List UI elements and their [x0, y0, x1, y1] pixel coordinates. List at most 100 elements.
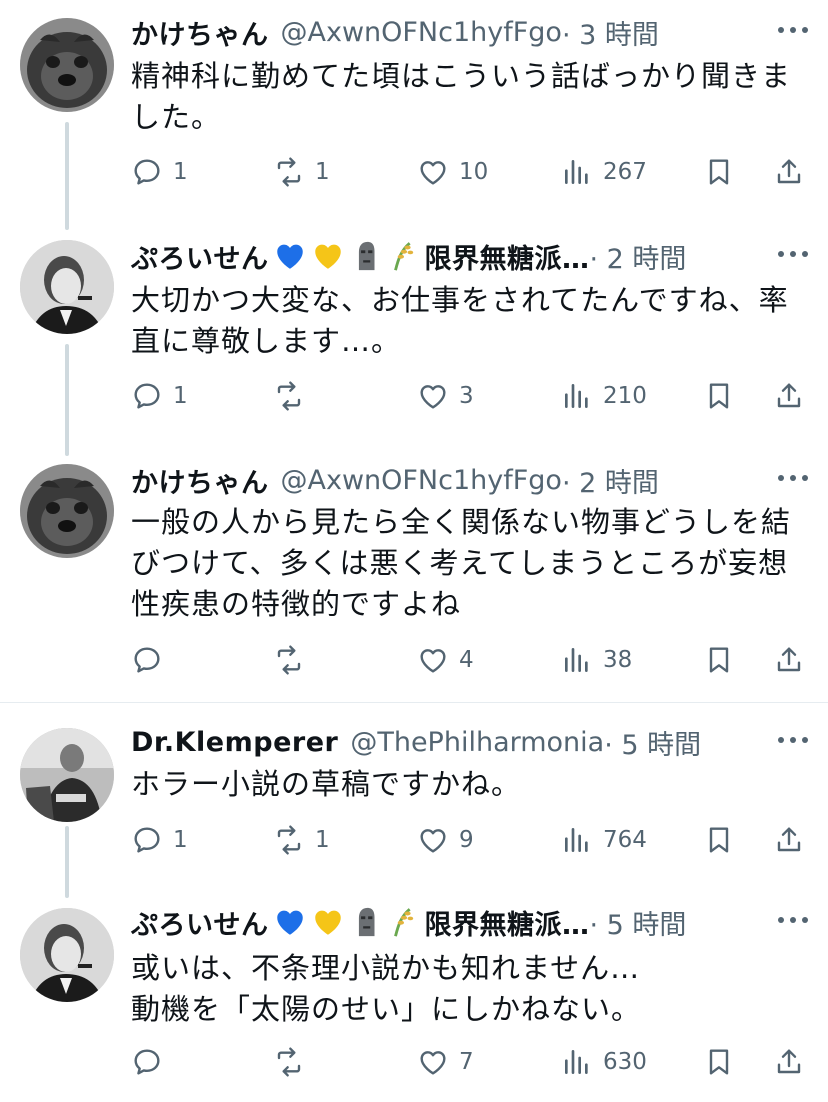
like-button[interactable]: 10 — [417, 152, 488, 192]
like-count: 3 — [459, 383, 474, 409]
tweet[interactable]: ぷろいせん 限界無糖派… · 2 時間 大切かつ大変な、お仕事をされてたんですね… — [0, 226, 828, 448]
reply-count: 1 — [173, 159, 188, 185]
more-options-icon[interactable] — [778, 468, 808, 488]
tweet[interactable]: Dr.Klemperer @ThePhilharmonia · 5 時間 ホラー… — [0, 712, 828, 892]
bookmark-button[interactable] — [703, 152, 735, 192]
tweet-text: 或いは、不条理小説かも知れません… 動機を「太陽のせい」にしかねない。 — [131, 951, 642, 1026]
views-button[interactable]: 38 — [561, 640, 632, 680]
reply-button[interactable]: 1 — [131, 152, 188, 192]
retweet-icon — [277, 1047, 301, 1077]
heart-icon — [420, 649, 446, 673]
timestamp[interactable]: · 3 時間 — [562, 13, 659, 52]
share-button[interactable] — [773, 1042, 805, 1082]
timestamp[interactable]: · 5 時間 — [604, 723, 701, 762]
bookmark-button[interactable] — [703, 1042, 735, 1082]
tweet-text: 大切かつ大変な、お仕事をされてたんですね、率 直に尊敬します…。 — [131, 283, 789, 358]
reply-button[interactable]: 1 — [131, 820, 188, 860]
bookmark-button[interactable] — [703, 376, 735, 416]
share-icon — [777, 827, 801, 852]
blue-heart-icon — [276, 910, 303, 935]
analytics-icon — [565, 828, 588, 852]
view-count: 764 — [603, 827, 647, 853]
share-icon — [777, 1049, 801, 1074]
reply-icon — [134, 827, 160, 853]
yellow-heart-icon — [314, 910, 341, 935]
like-button[interactable]: 7 — [417, 1042, 474, 1082]
timestamp[interactable]: · 5 時間 — [590, 903, 687, 942]
analytics-icon — [565, 1050, 588, 1074]
conductor-avatar[interactable] — [20, 728, 114, 822]
reply-icon — [134, 159, 160, 185]
author-handle[interactable]: @ThePhilharmonia — [350, 727, 604, 758]
moai-icon — [358, 241, 374, 271]
author-name[interactable]: ぷろいせん — [131, 237, 269, 276]
share-button[interactable] — [773, 376, 805, 416]
retweet-button[interactable] — [273, 376, 315, 416]
like-button[interactable]: 3 — [417, 376, 474, 416]
reply-button[interactable]: 1 — [131, 376, 188, 416]
heart-icon — [420, 385, 446, 409]
author-subtitle[interactable]: 限界無糖派… — [425, 237, 590, 276]
retweet-button[interactable] — [273, 640, 315, 680]
share-button[interactable] — [773, 820, 805, 860]
like-button[interactable]: 9 — [417, 820, 474, 860]
views-button[interactable]: 210 — [561, 376, 647, 416]
heart-icon — [420, 161, 446, 185]
heart-icon — [420, 1051, 446, 1075]
bookmark-button[interactable] — [703, 820, 735, 860]
pug-avatar[interactable] — [20, 464, 114, 558]
retweet-icon — [277, 381, 301, 411]
analytics-icon — [565, 160, 588, 184]
rice-icon — [393, 908, 413, 937]
share-icon — [777, 383, 801, 408]
tweet-text: 一般の人から見たら全く関係ない物事どうしを結 びつけて、多くは悪く考えてしまうと… — [131, 505, 792, 621]
share-button[interactable] — [773, 152, 805, 192]
more-options-icon[interactable] — [778, 20, 808, 40]
author-name[interactable]: かけちゃん — [131, 13, 269, 52]
author-name[interactable]: かけちゃん — [131, 461, 269, 500]
views-button[interactable]: 267 — [561, 152, 647, 192]
analytics-icon — [565, 648, 588, 672]
blue-heart-icon — [276, 244, 303, 269]
retweet-button[interactable]: 1 — [273, 820, 330, 860]
reply-button[interactable] — [131, 1042, 173, 1082]
man-pipe-avatar[interactable] — [20, 908, 114, 1002]
tweet[interactable]: かけちゃん @AxwnOFNc1hyfFgo · 2 時間 一般の人から見たら全… — [0, 450, 828, 700]
bookmark-icon — [709, 827, 729, 853]
author-handle[interactable]: @AxwnOFNc1hyfFgo — [281, 17, 562, 48]
analytics-icon — [565, 384, 588, 408]
retweet-icon — [277, 645, 301, 675]
bookmark-button[interactable] — [703, 640, 735, 680]
retweet-button[interactable]: 1 — [273, 152, 330, 192]
timestamp[interactable]: · 2 時間 — [562, 461, 659, 500]
timestamp[interactable]: · 2 時間 — [590, 237, 687, 276]
pug-avatar[interactable] — [20, 18, 114, 112]
author-subtitle[interactable]: 限界無糖派… — [425, 903, 590, 942]
author-name[interactable]: ぷろいせん — [131, 903, 269, 942]
yellow-heart-icon — [314, 244, 341, 269]
author-handle[interactable]: @AxwnOFNc1hyfFgo — [281, 465, 562, 496]
tweet[interactable]: ぷろいせん 限界無糖派… · 5 時間 或いは、不条理小説かも知れません… 動機… — [0, 892, 828, 1102]
retweet-count: 1 — [315, 827, 330, 853]
share-button[interactable] — [773, 640, 805, 680]
like-count: 9 — [459, 827, 474, 853]
like-count: 4 — [459, 647, 474, 673]
reply-count: 1 — [173, 383, 188, 409]
man-pipe-avatar[interactable] — [20, 240, 114, 334]
retweet-icon — [277, 157, 301, 187]
views-button[interactable]: 630 — [561, 1042, 647, 1082]
more-options-icon[interactable] — [778, 910, 808, 930]
reply-count: 1 — [173, 827, 188, 853]
share-icon — [777, 647, 801, 672]
retweet-button[interactable] — [273, 1042, 315, 1082]
more-options-icon[interactable] — [778, 244, 808, 264]
tweet[interactable]: かけちゃん @AxwnOFNc1hyfFgo · 3 時間 精神科に勤めてた頃は… — [0, 0, 828, 220]
like-button[interactable]: 4 — [417, 640, 474, 680]
views-button[interactable]: 764 — [561, 820, 647, 860]
like-count: 10 — [459, 159, 489, 185]
reply-button[interactable] — [131, 640, 173, 680]
reply-icon — [134, 383, 160, 409]
more-options-icon[interactable] — [778, 730, 808, 750]
author-name[interactable]: Dr.Klemperer — [131, 727, 338, 758]
bookmark-icon — [709, 647, 729, 673]
